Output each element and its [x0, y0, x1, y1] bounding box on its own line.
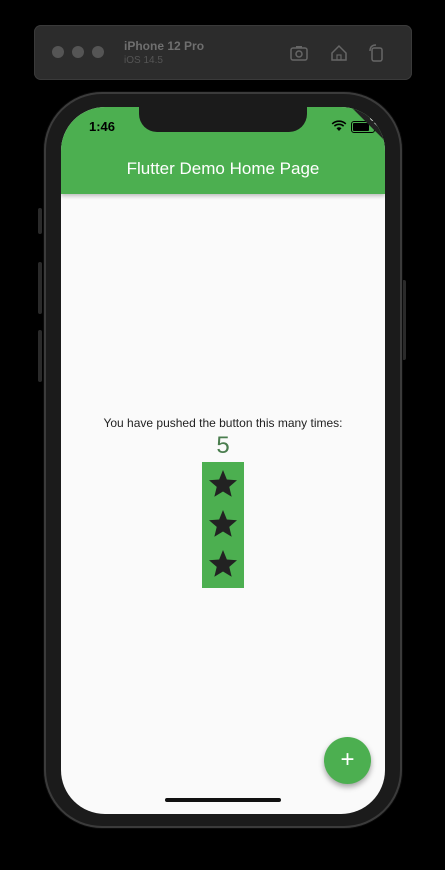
home-indicator[interactable] [165, 798, 281, 802]
minimize-window-button[interactable] [72, 46, 84, 58]
mute-switch [38, 208, 42, 234]
volume-up-button [38, 262, 42, 314]
app-bar: 1:46 DEBUG Flutter Demo Home Page [61, 107, 385, 194]
star-icon [207, 508, 239, 540]
zoom-window-button[interactable] [92, 46, 104, 58]
phone-screen: 1:46 DEBUG Flutter Demo Home Page You ha… [61, 107, 385, 814]
add-icon: + [340, 746, 355, 773]
power-button [402, 280, 406, 360]
wifi-icon [331, 120, 347, 131]
home-icon[interactable] [328, 42, 350, 64]
counter-value: 5 [216, 432, 230, 459]
stars-container [202, 462, 244, 588]
star-icon [207, 468, 239, 500]
star-icon [207, 548, 239, 580]
volume-down-button [38, 330, 42, 382]
status-time: 1:46 [89, 119, 116, 134]
rotate-icon[interactable] [366, 42, 388, 64]
close-window-button[interactable] [52, 46, 64, 58]
debug-banner: DEBUG [345, 107, 385, 165]
counter-label: You have pushed the button this many tim… [103, 416, 343, 430]
os-version: iOS 14.5 [124, 55, 163, 66]
screenshot-icon[interactable] [288, 42, 310, 64]
simulator-title-bar: iPhone 12 Pro iOS 14.5 [34, 25, 412, 80]
app-bar-title: Flutter Demo Home Page [126, 159, 320, 178]
increment-fab[interactable]: + [324, 737, 371, 784]
notch [139, 107, 307, 132]
device-name: iPhone 12 Pro [124, 39, 205, 53]
